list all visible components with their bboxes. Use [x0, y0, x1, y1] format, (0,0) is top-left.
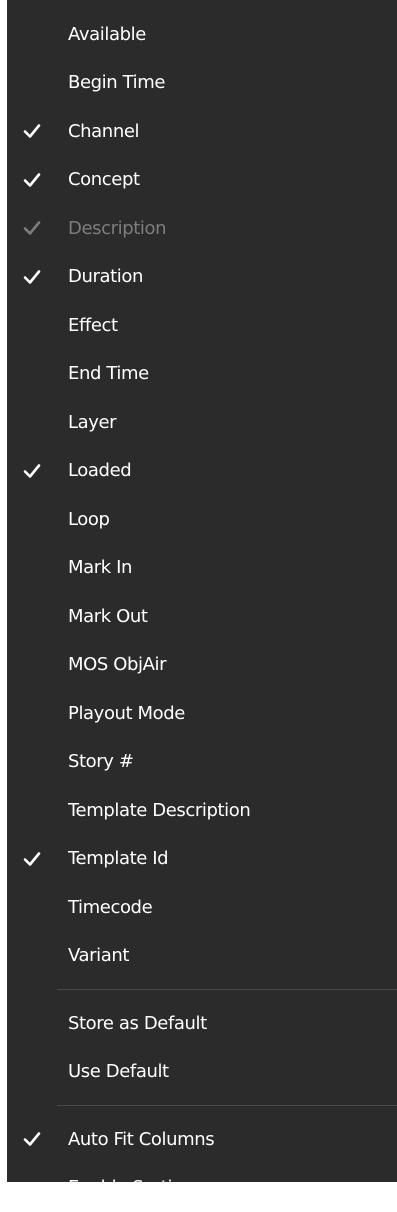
menu-item-label: Concept [68, 169, 140, 190]
menu-separator [57, 1105, 397, 1106]
checkmark-icon [22, 122, 42, 140]
menu-item-label: Template Id [68, 848, 168, 869]
menu-item-label: Mark In [68, 557, 132, 578]
menu-item-timecode[interactable]: Timecode [7, 883, 397, 932]
checkmark-icon [22, 268, 42, 286]
checkmark-icon [22, 1130, 42, 1148]
menu-item-layer[interactable]: Layer [7, 398, 397, 447]
menu-item-label: Story # [68, 751, 134, 772]
menu-item-available[interactable]: Available [7, 10, 397, 59]
checkmark-icon [22, 171, 42, 189]
column-chooser-context-menu: Available Begin Time Channel Concept Descrip… [7, 0, 397, 1182]
menu-item-label: Enable Sorting [68, 1177, 194, 1198]
menu-item-label: Variant [68, 945, 129, 966]
menu-item-label: Loop [68, 509, 110, 530]
menu-item-store-as-default[interactable]: Store as Default [7, 999, 397, 1048]
menu-item-story-number[interactable]: Story # [7, 738, 397, 787]
menu-item-label: Description [68, 218, 166, 239]
menu-item-description: Description [7, 204, 397, 253]
menu-group-options: Auto Fit Columns Enable Sorting [7, 1115, 397, 1212]
menu-item-label: Template Description [68, 800, 250, 821]
menu-item-enable-sorting[interactable]: Enable Sorting [7, 1164, 397, 1212]
checkmark-icon [22, 850, 42, 868]
menu-item-concept[interactable]: Concept [7, 156, 397, 205]
menu-item-mark-in[interactable]: Mark In [7, 544, 397, 593]
menu-item-duration[interactable]: Duration [7, 253, 397, 302]
menu-item-label: Mark Out [68, 606, 148, 627]
checkmark-icon [22, 462, 42, 480]
menu-item-label: Auto Fit Columns [68, 1129, 214, 1150]
menu-item-playout-mode[interactable]: Playout Mode [7, 689, 397, 738]
menu-item-variant[interactable]: Variant [7, 932, 397, 981]
menu-group-defaults: Store as Default Use Default [7, 999, 397, 1096]
menu-group-columns: Available Begin Time Channel Concept Descrip… [7, 10, 397, 980]
menu-item-end-time[interactable]: End Time [7, 350, 397, 399]
menu-item-begin-time[interactable]: Begin Time [7, 59, 397, 108]
menu-item-template-description[interactable]: Template Description [7, 786, 397, 835]
menu-item-loop[interactable]: Loop [7, 495, 397, 544]
menu-item-label: Available [68, 24, 146, 45]
checkmark-icon [22, 219, 42, 237]
menu-item-label: Playout Mode [68, 703, 185, 724]
menu-item-channel[interactable]: Channel [7, 107, 397, 156]
menu-item-label: Store as Default [68, 1013, 207, 1034]
menu-item-effect[interactable]: Effect [7, 301, 397, 350]
menu-item-mos-objair[interactable]: MOS ObjAir [7, 641, 397, 690]
menu-item-loaded[interactable]: Loaded [7, 447, 397, 496]
menu-item-label: End Time [68, 363, 149, 384]
menu-item-label: Duration [68, 266, 143, 287]
menu-separator [57, 989, 397, 990]
menu-item-use-default[interactable]: Use Default [7, 1048, 397, 1097]
menu-item-label: Timecode [68, 897, 152, 918]
menu-item-label: MOS ObjAir [68, 654, 166, 675]
menu-item-mark-out[interactable]: Mark Out [7, 592, 397, 641]
menu-item-auto-fit-columns[interactable]: Auto Fit Columns [7, 1115, 397, 1164]
menu-item-label: Use Default [68, 1061, 169, 1082]
menu-item-label: Channel [68, 121, 139, 142]
menu-item-label: Loaded [68, 460, 131, 481]
menu-item-template-id[interactable]: Template Id [7, 835, 397, 884]
menu-item-label: Begin Time [68, 72, 165, 93]
menu-item-label: Effect [68, 315, 118, 336]
menu-item-label: Layer [68, 412, 116, 433]
